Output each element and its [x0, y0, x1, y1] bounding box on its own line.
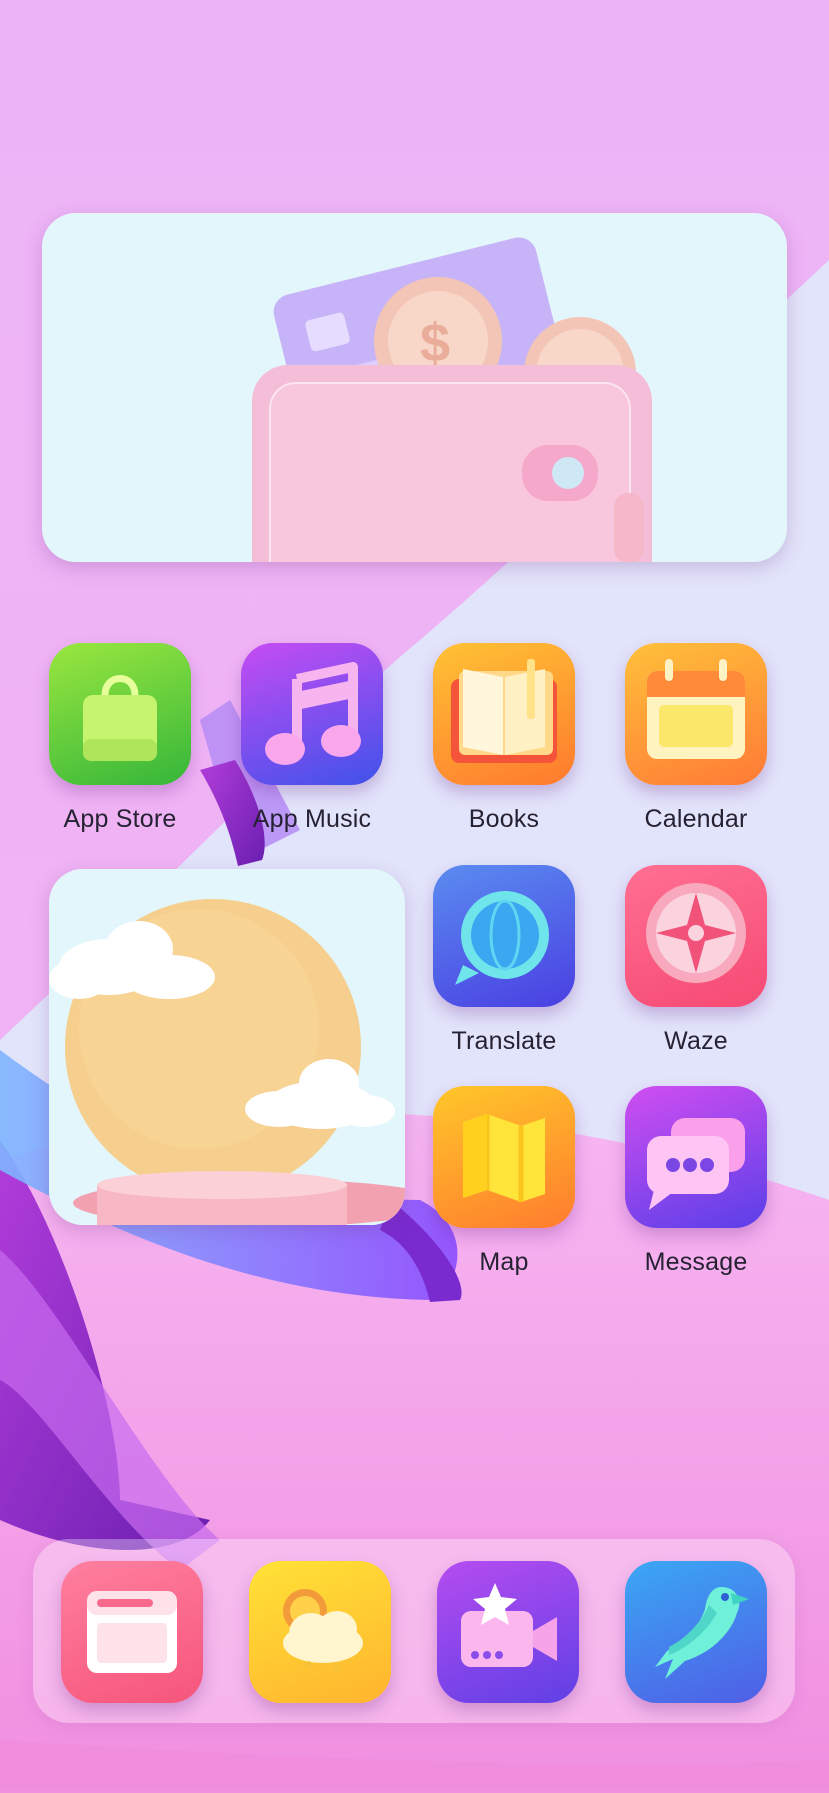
app-label: Map — [479, 1248, 529, 1276]
app-label: App Store — [63, 805, 177, 833]
wallet-illustration: $ — [42, 213, 787, 562]
open-book-icon — [433, 643, 575, 785]
app-music-app[interactable]: App Music — [241, 643, 383, 834]
video-star-icon[interactable] — [437, 1561, 579, 1703]
shopping-bag-icon — [49, 643, 191, 785]
map-app[interactable]: Map — [433, 1086, 575, 1277]
compass-icon — [625, 865, 767, 1007]
app-label: App Music — [252, 805, 372, 833]
wallet-widget[interactable]: $ — [42, 213, 787, 562]
books-app[interactable]: Books — [433, 643, 575, 834]
browser-window-icon[interactable] — [61, 1561, 203, 1703]
app-label: Calendar — [644, 805, 748, 833]
app-store-app[interactable]: App Store — [49, 643, 191, 834]
bird-icon[interactable] — [625, 1561, 767, 1703]
svg-text:$: $ — [420, 313, 450, 373]
waze-app[interactable]: Waze — [625, 865, 767, 1056]
dock — [33, 1539, 795, 1723]
calendar-app[interactable]: Calendar — [625, 643, 767, 834]
app-label: Waze — [664, 1027, 728, 1055]
sun-illustration — [49, 869, 405, 1225]
calendar-icon — [625, 643, 767, 785]
music-note-icon — [241, 643, 383, 785]
globe-chat-icon — [433, 865, 575, 1007]
app-label: Translate — [451, 1027, 557, 1055]
app-label: Books — [468, 805, 540, 833]
sun-clouds-widget[interactable] — [49, 869, 405, 1225]
translate-app[interactable]: Translate — [433, 865, 575, 1056]
message-app[interactable]: Message — [625, 1086, 767, 1277]
app-label: Message — [644, 1248, 748, 1276]
folded-map-icon — [433, 1086, 575, 1228]
weather-icon[interactable] — [249, 1561, 391, 1703]
chat-bubbles-icon — [625, 1086, 767, 1228]
